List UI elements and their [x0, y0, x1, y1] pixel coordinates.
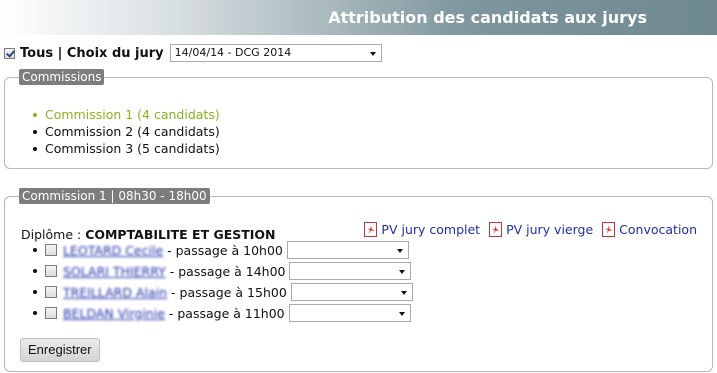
candidate-checkbox[interactable] [45, 244, 57, 256]
jury-select-value: 14/04/14 - DCG 2014 [174, 46, 292, 59]
commission-item-1[interactable]: Commission 1 (4 candidats) [32, 106, 220, 123]
commission-legend: Commission 1 | 08h30 - 18h00 [19, 188, 210, 204]
commission-item-3[interactable]: Commission 3 (5 candidats) [32, 140, 220, 157]
candidate-row: SOLARI THIERRY - passage à 14h00 [33, 261, 412, 281]
page-header: Attribution des candidats aux jurys [0, 0, 717, 35]
jury-select[interactable]: 14/04/14 - DCG 2014 [169, 44, 382, 62]
jury-toolbar: Tous | Choix du jury 14/04/14 - DCG 2014 [4, 43, 382, 63]
pdf-icon [602, 222, 616, 237]
pdf-icon [489, 222, 503, 237]
candidate-row: LEOTARD Cecile - passage à 10h00 [33, 240, 409, 260]
link-label: PV jury vierge [506, 222, 594, 237]
candidate-name[interactable]: BELDAN Virginie [63, 306, 165, 321]
candidate-jury-select[interactable] [288, 304, 411, 322]
pv-jury-vierge-link[interactable]: PV jury vierge [489, 222, 593, 237]
candidate-name[interactable]: TREILLARD Alain [63, 285, 167, 300]
pv-jury-complet-link[interactable]: PV jury complet [364, 222, 480, 237]
convocation-link[interactable]: Convocation [602, 222, 697, 237]
chevron-down-icon [399, 270, 406, 274]
save-button[interactable]: Enregistrer [20, 338, 100, 362]
commission-list: Commission 1 (4 candidats) Commission 2 … [32, 106, 220, 157]
bullet [33, 248, 37, 252]
document-links: PV jury complet PV jury vierge Convocati… [355, 222, 697, 237]
commission-item-2[interactable]: Commission 2 (4 candidats) [32, 123, 220, 140]
candidate-checkbox[interactable] [45, 307, 57, 319]
jury-label: Tous | Choix du jury [20, 45, 164, 61]
commissions-panel: Commissions Commission 1 (4 candidats) C… [4, 69, 713, 169]
candidate-jury-select[interactable] [286, 241, 409, 259]
candidate-name[interactable]: LEOTARD Cecile [63, 243, 163, 258]
passage-time: - passage à 11h00 [168, 305, 285, 321]
candidate-jury-select[interactable] [290, 283, 413, 301]
passage-time: - passage à 10h00 [167, 242, 283, 258]
bullet [33, 311, 37, 315]
commission-detail-panel: Commission 1 | 08h30 - 18h00 Diplôme : C… [4, 188, 713, 372]
candidate-row: TREILLARD Alain - passage à 15h00 [33, 282, 413, 302]
candidate-name[interactable]: SOLARI THIERRY [63, 264, 166, 279]
candidate-checkbox[interactable] [45, 265, 57, 277]
candidate-row: BELDAN Virginie - passage à 11h00 [33, 303, 411, 323]
chevron-down-icon [369, 52, 376, 56]
passage-time: - passage à 15h00 [171, 284, 287, 300]
bullet [33, 290, 37, 294]
candidate-jury-select[interactable] [289, 262, 412, 280]
chevron-down-icon [398, 312, 405, 316]
passage-time: - passage à 14h00 [169, 263, 286, 279]
chevron-down-icon [400, 291, 407, 295]
link-label: Convocation [619, 222, 697, 237]
bullet [33, 269, 37, 273]
link-label: PV jury complet [381, 222, 481, 237]
page-title: Attribution des candidats aux jurys [328, 8, 647, 27]
pdf-icon [364, 222, 378, 237]
candidate-checkbox[interactable] [45, 286, 57, 298]
commissions-legend: Commissions [19, 69, 105, 85]
chevron-down-icon [396, 249, 403, 253]
all-checkbox[interactable] [4, 47, 15, 59]
